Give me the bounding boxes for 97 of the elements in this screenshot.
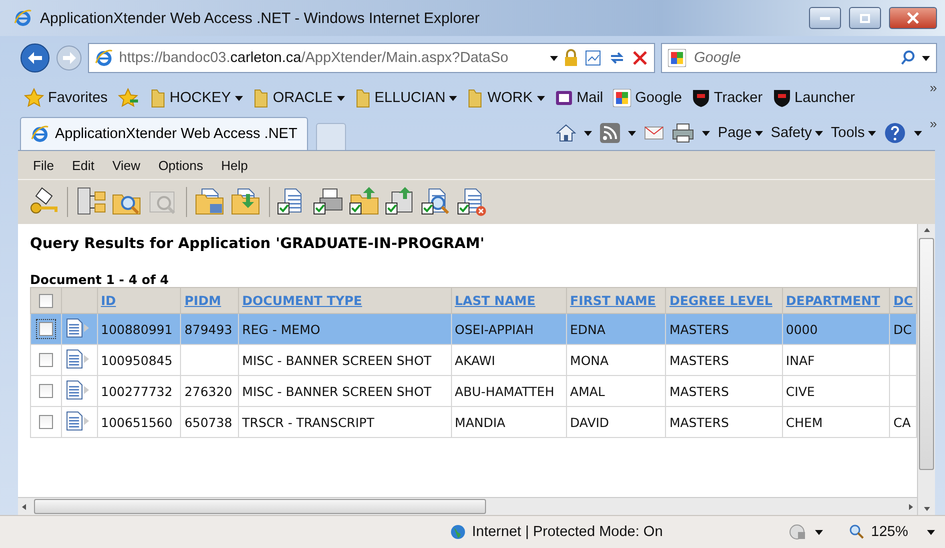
table-cell: 650738 — [180, 406, 239, 438]
maximize-button[interactable] — [849, 7, 881, 29]
command-menu[interactable]: Safety — [770, 125, 823, 141]
back-button[interactable] — [20, 43, 50, 73]
favorites-button[interactable]: Favorites — [24, 88, 108, 108]
favorites-folder[interactable]: HOCKEY — [150, 88, 243, 108]
table-row[interactable]: 100277732 276320 MISC - BANNER SCREEN SHOT ABU-HAMATTEH AMAL MASTERS CIVE — [30, 376, 916, 406]
document-icon[interactable] — [65, 410, 92, 430]
caret-icon[interactable] — [922, 56, 930, 60]
stop-icon[interactable] — [632, 50, 648, 66]
document-icon[interactable] — [65, 380, 92, 400]
lock-icon[interactable] — [564, 49, 578, 67]
table-cell: DAVID — [566, 406, 666, 438]
printer-icon[interactable] — [672, 123, 694, 143]
caret-icon[interactable] — [550, 56, 558, 60]
caret-icon[interactable] — [628, 130, 636, 136]
table-cell: CHEM — [782, 406, 890, 438]
caret-icon[interactable] — [536, 96, 545, 100]
caret-icon[interactable] — [927, 530, 935, 534]
caret-icon[interactable] — [815, 530, 823, 534]
feed-icon[interactable] — [600, 123, 620, 143]
favorite-link[interactable]: Tracker — [692, 88, 763, 108]
caret-icon[interactable] — [914, 130, 922, 136]
table-row[interactable]: 100880991 879493 REG - MEMO OSEI-APPIAH EDNA MASTERS 0000 DC — [30, 314, 916, 344]
browser-logo-icon — [14, 9, 32, 27]
menu-item[interactable]: Help — [216, 158, 261, 172]
query-title: Query Results for Application 'GRADUATE-IN-PROGRAM' — [30, 236, 486, 252]
row-checkbox[interactable] — [39, 353, 54, 367]
favorites-folder[interactable]: ORACLE — [252, 88, 345, 108]
security-zone-text: Internet | Protected Mode: On — [472, 524, 664, 540]
mail-icon — [554, 89, 573, 107]
row-checkbox[interactable] — [39, 322, 54, 336]
browser-tab[interactable]: ApplicationXtender Web Access .NET — [20, 117, 308, 150]
browser-logo-icon — [95, 49, 113, 67]
row-checkbox[interactable] — [39, 415, 54, 429]
vertical-scrollbar[interactable] — [917, 224, 935, 515]
search-field[interactable]: Google — [661, 43, 937, 73]
google-icon — [613, 89, 632, 107]
close-button[interactable] — [889, 7, 937, 29]
star-icon — [24, 88, 44, 108]
close-icon — [907, 12, 919, 24]
more-chevron[interactable]: » — [930, 116, 937, 131]
shield-icon — [772, 88, 791, 108]
table-cell: MASTERS — [666, 406, 782, 438]
browser-logo-icon — [31, 125, 49, 143]
url-text: https://bandoc03.carleton.ca/AppXtender/Main.aspx?DataSo — [119, 50, 508, 66]
search-icon[interactable] — [900, 50, 916, 66]
document-icon[interactable] — [65, 318, 92, 338]
menu-item[interactable]: Edit — [66, 158, 108, 172]
table-row[interactable]: 100950845 MISC - BANNER SCREEN SHOT AKAWI MONA MASTERS INAF — [30, 344, 916, 376]
caret-icon[interactable] — [754, 130, 763, 136]
command-menu[interactable]: Page — [718, 125, 763, 141]
forward-button[interactable] — [56, 45, 82, 71]
document-delete-check-icon[interactable] — [457, 186, 489, 218]
table-cell: TRSCR - TRANSCRIPT — [238, 406, 452, 438]
address-field[interactable]: https://bandoc03.carleton.ca/AppXtender/Main.aspx?DataSo — [88, 43, 655, 73]
home-icon[interactable] — [556, 124, 576, 142]
select-all-checkbox[interactable] — [39, 294, 54, 308]
row-checkbox[interactable] — [39, 384, 54, 398]
caret-icon[interactable] — [336, 96, 345, 100]
favorite-link[interactable]: Google — [613, 89, 682, 107]
document-icon[interactable] — [65, 348, 92, 368]
caret-icon[interactable] — [868, 130, 876, 136]
caret-icon[interactable] — [584, 130, 592, 136]
zoom-level[interactable]: 125% — [871, 524, 921, 540]
folder-icon — [252, 88, 269, 108]
table-cell: 100651560 — [97, 406, 181, 438]
caret-icon[interactable] — [814, 130, 823, 136]
help-icon[interactable] — [884, 122, 906, 144]
minimize-button[interactable] — [809, 7, 841, 29]
favorite-link[interactable]: Launcher — [772, 88, 855, 108]
more-chevron[interactable]: » — [930, 80, 937, 95]
menu-item[interactable]: Options — [153, 158, 216, 172]
mail-icon[interactable] — [644, 126, 664, 140]
google-icon — [668, 49, 686, 67]
maximize-icon — [860, 14, 870, 22]
zoom-icon[interactable] — [849, 524, 865, 540]
window-title: ApplicationXtender Web Access .NET - Windows Internet Explorer — [40, 10, 481, 26]
shield-icon — [692, 88, 710, 108]
menu-item[interactable]: File — [28, 158, 67, 172]
globe-icon — [450, 524, 466, 540]
caret-icon[interactable] — [702, 130, 710, 136]
folder-icon — [150, 88, 166, 108]
favorites-folder[interactable]: WORK — [467, 88, 545, 108]
folder-icon — [467, 88, 484, 108]
folder-icon — [354, 88, 371, 108]
caret-icon[interactable] — [449, 96, 458, 100]
horizontal-scrollbar[interactable] — [18, 497, 917, 515]
command-menu[interactable]: Tools — [830, 125, 876, 141]
table-row[interactable]: 100651560 650738 TRSCR - TRANSCRIPT MANDIA DAVID MASTERS CHEM CA — [30, 406, 916, 438]
menu-item[interactable]: View — [107, 158, 154, 172]
favorites-folder[interactable]: ELLUCIAN — [354, 88, 458, 108]
document-count: Document 1 - 4 of 4 — [30, 272, 170, 287]
favorite-link[interactable]: Mail — [554, 89, 604, 107]
table-cell: MANDIA — [451, 406, 567, 438]
caret-icon[interactable] — [234, 96, 243, 100]
minimize-icon — [820, 16, 830, 20]
